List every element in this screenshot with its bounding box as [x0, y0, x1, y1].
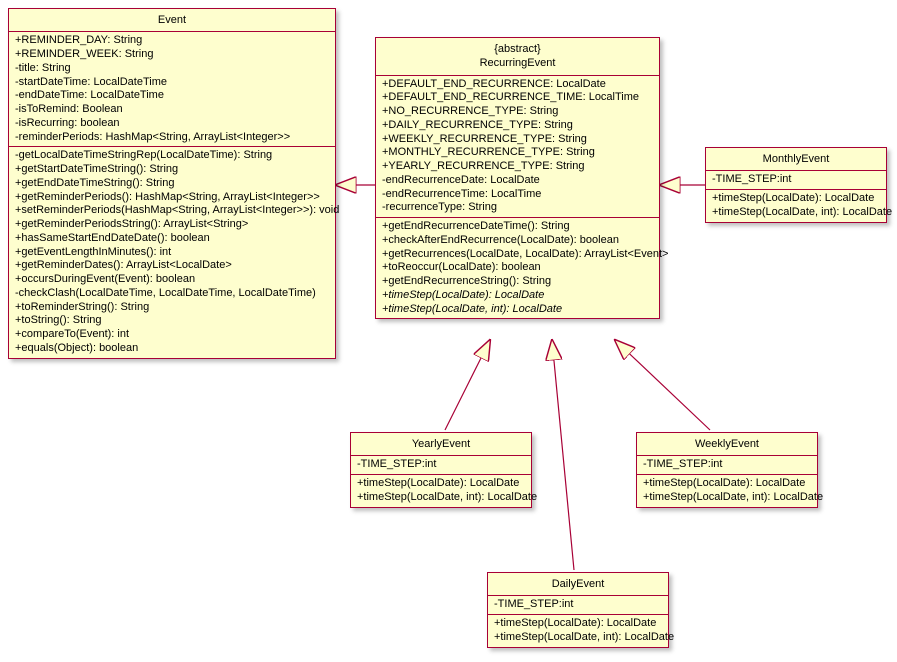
class-title: WeeklyEvent	[637, 433, 817, 456]
class-name: Event	[158, 14, 186, 26]
method-row: +checkAfterEndRecurrence(LocalDate): boo…	[382, 234, 653, 248]
methods-section: +getEndRecurrenceDateTime(): String+chec…	[376, 218, 659, 318]
method-row: +timeStep(LocalDate, int): LocalDate	[494, 631, 662, 645]
fields-section: -TIME_STEP:int	[351, 456, 531, 475]
method-row: +getReminderPeriods(): HashMap<String, A…	[15, 191, 329, 205]
class-title: {abstract} RecurringEvent	[376, 38, 659, 76]
method-row: +compareTo(Event): int	[15, 328, 329, 342]
class-event: Event +REMINDER_DAY: String+REMINDER_WEE…	[8, 8, 336, 359]
field-row: -endRecurrenceTime: LocalTime	[382, 188, 653, 202]
fields-section: +REMINDER_DAY: String+REMINDER_WEEK: Str…	[9, 32, 335, 147]
field-row: -TIME_STEP:int	[712, 173, 880, 187]
field-row: -TIME_STEP:int	[357, 458, 525, 472]
class-recurring-event: {abstract} RecurringEvent +DEFAULT_END_R…	[375, 37, 660, 319]
field-row: +DAILY_RECURRENCE_TYPE: String	[382, 119, 653, 133]
methods-section: -getLocalDateTimeStringRep(LocalDateTime…	[9, 147, 335, 357]
method-row: +hasSameStartEndDateDate(): boolean	[15, 232, 329, 246]
method-row: +timeStep(LocalDate, int): LocalDate	[382, 303, 653, 317]
method-row: +timeStep(LocalDate): LocalDate	[357, 477, 525, 491]
method-row: +timeStep(LocalDate): LocalDate	[382, 289, 653, 303]
method-row: +occursDuringEvent(Event): boolean	[15, 273, 329, 287]
class-name: YearlyEvent	[412, 438, 470, 450]
method-row: -checkClash(LocalDateTime, LocalDateTime…	[15, 287, 329, 301]
field-row: -startDateTime: LocalDateTime	[15, 76, 329, 90]
methods-section: +timeStep(LocalDate): LocalDate+timeStep…	[706, 190, 886, 222]
fields-section: -TIME_STEP:int	[488, 596, 668, 615]
method-row: +setReminderPeriods(HashMap<String, Arra…	[15, 204, 329, 218]
field-row: +DEFAULT_END_RECURRENCE: LocalDate	[382, 78, 653, 92]
field-row: -endDateTime: LocalDateTime	[15, 89, 329, 103]
field-row: -recurrenceType: String	[382, 201, 653, 215]
field-row: -TIME_STEP:int	[643, 458, 811, 472]
field-row: -endRecurrenceDate: LocalDate	[382, 174, 653, 188]
method-row: +timeStep(LocalDate): LocalDate	[712, 192, 880, 206]
field-row: -isRecurring: boolean	[15, 117, 329, 131]
class-title: YearlyEvent	[351, 433, 531, 456]
fields-section: -TIME_STEP:int	[706, 171, 886, 190]
method-row: +getEndRecurrenceString(): String	[382, 275, 653, 289]
class-name: RecurringEvent	[480, 57, 556, 69]
methods-section: +timeStep(LocalDate): LocalDate+timeStep…	[351, 475, 531, 507]
class-yearly-event: YearlyEvent -TIME_STEP:int +timeStep(Loc…	[350, 432, 532, 508]
field-row: +NO_RECURRENCE_TYPE: String	[382, 105, 653, 119]
fields-section: +DEFAULT_END_RECURRENCE: LocalDate+DEFAU…	[376, 76, 659, 219]
class-name: WeeklyEvent	[695, 438, 759, 450]
field-row: +REMINDER_WEEK: String	[15, 48, 329, 62]
methods-section: +timeStep(LocalDate): LocalDate+timeStep…	[488, 615, 668, 647]
method-row: +getRecurrences(LocalDate, LocalDate): A…	[382, 248, 653, 262]
method-row: +equals(Object): boolean	[15, 342, 329, 356]
method-row: +getStartDateTimeString(): String	[15, 163, 329, 177]
class-weekly-event: WeeklyEvent -TIME_STEP:int +timeStep(Loc…	[636, 432, 818, 508]
method-row: +timeStep(LocalDate, int): LocalDate	[643, 491, 811, 505]
method-row: +getReminderDates(): ArrayList<LocalDate…	[15, 259, 329, 273]
method-row: +getEndRecurrenceDateTime(): String	[382, 220, 653, 234]
field-row: -reminderPeriods: HashMap<String, ArrayL…	[15, 131, 329, 145]
class-monthly-event: MonthlyEvent -TIME_STEP:int +timeStep(Lo…	[705, 147, 887, 223]
class-stereotype: {abstract}	[382, 42, 653, 56]
class-title: Event	[9, 9, 335, 32]
field-row: +REMINDER_DAY: String	[15, 34, 329, 48]
fields-section: -TIME_STEP:int	[637, 456, 817, 475]
field-row: -isToRemind: Boolean	[15, 103, 329, 117]
method-row: +getReminderPeriodsString(): ArrayList<S…	[15, 218, 329, 232]
class-name: DailyEvent	[552, 578, 605, 590]
methods-section: +timeStep(LocalDate): LocalDate+timeStep…	[637, 475, 817, 507]
method-row: +toReminderString(): String	[15, 301, 329, 315]
class-title: DailyEvent	[488, 573, 668, 596]
method-row: +toString(): String	[15, 314, 329, 328]
field-row: -TIME_STEP:int	[494, 598, 662, 612]
method-row: +toReoccur(LocalDate): boolean	[382, 261, 653, 275]
field-row: +DEFAULT_END_RECURRENCE_TIME: LocalTime	[382, 91, 653, 105]
field-row: +YEARLY_RECURRENCE_TYPE: String	[382, 160, 653, 174]
class-daily-event: DailyEvent -TIME_STEP:int +timeStep(Loca…	[487, 572, 669, 648]
method-row: +timeStep(LocalDate): LocalDate	[643, 477, 811, 491]
field-row: -title: String	[15, 62, 329, 76]
method-row: +getEndDateTimeString(): String	[15, 177, 329, 191]
method-row: +timeStep(LocalDate, int): LocalDate	[357, 491, 525, 505]
class-name: MonthlyEvent	[763, 153, 830, 165]
method-row: +timeStep(LocalDate): LocalDate	[494, 617, 662, 631]
class-title: MonthlyEvent	[706, 148, 886, 171]
field-row: +MONTHLY_RECURRENCE_TYPE: String	[382, 146, 653, 160]
method-row: +getEventLengthInMinutes(): int	[15, 246, 329, 260]
method-row: +timeStep(LocalDate, int): LocalDate	[712, 206, 880, 220]
method-row: -getLocalDateTimeStringRep(LocalDateTime…	[15, 149, 329, 163]
field-row: +WEEKLY_RECURRENCE_TYPE: String	[382, 133, 653, 147]
